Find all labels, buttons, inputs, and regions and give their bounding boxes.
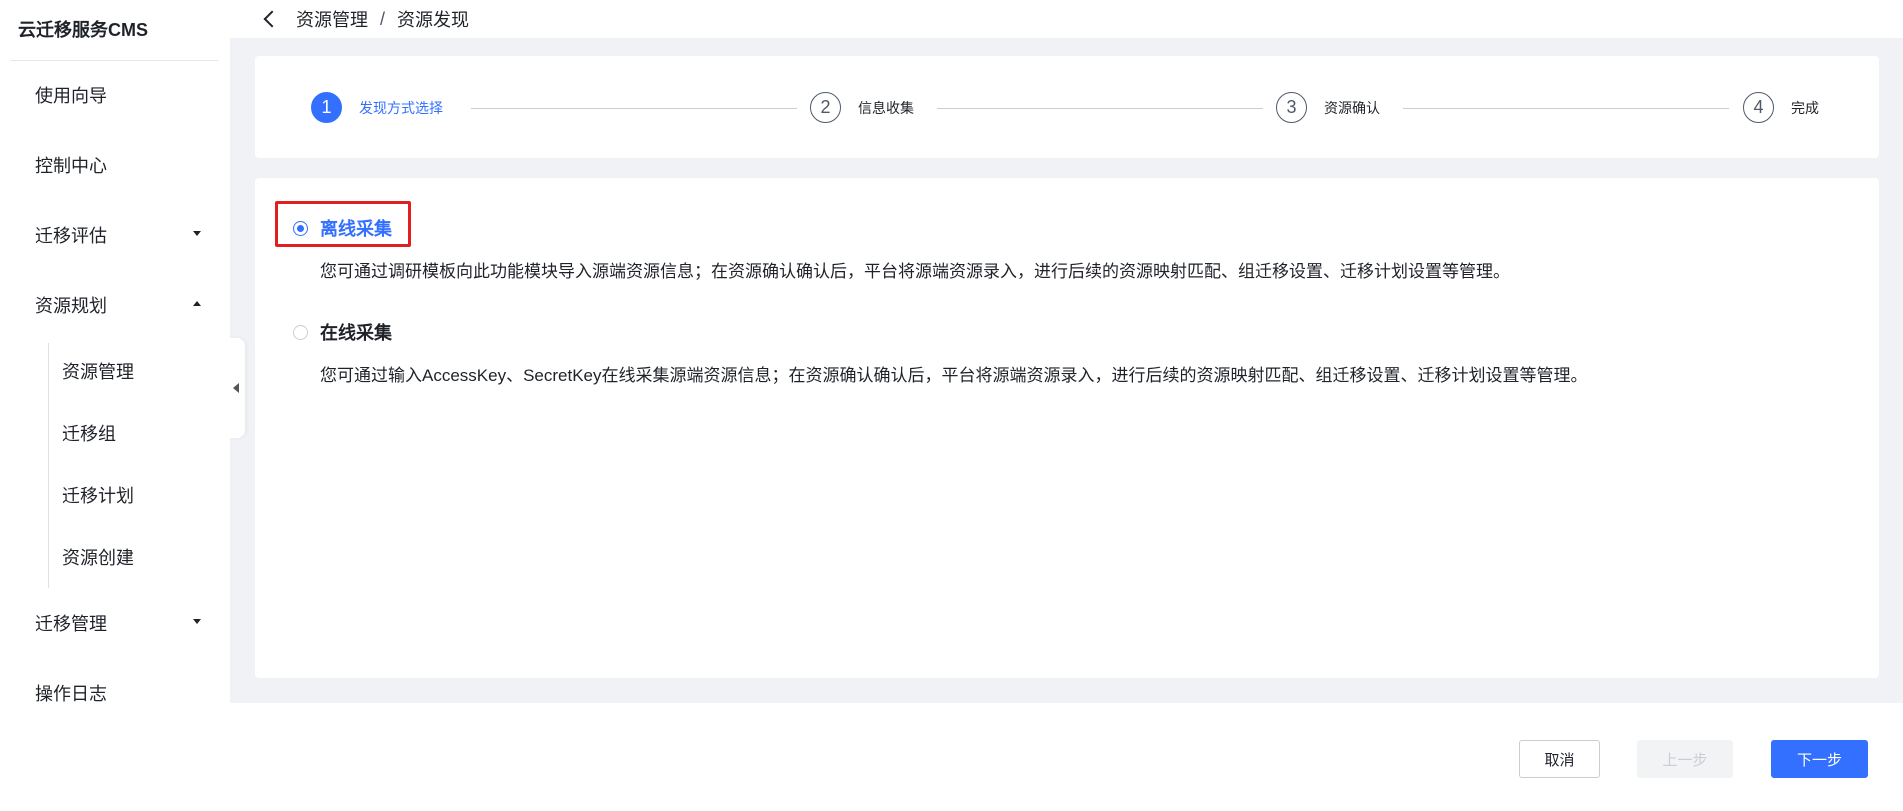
option-label[interactable]: 离线采集 — [320, 215, 392, 241]
submenu-line — [48, 343, 49, 588]
sidebar: 云迁移服务CMS 使用向导 控制中心 迁移评估 资源规划 资源管理 迁移组 迁移… — [0, 0, 230, 811]
sidebar-subitem-resource-creation[interactable]: 资源创建 — [0, 526, 230, 588]
step-number: 3 — [1276, 92, 1307, 123]
radio-checked-icon[interactable] — [293, 220, 308, 236]
sidebar-nav: 使用向导 控制中心 迁移评估 资源规划 资源管理 迁移组 迁移计划 资源创建 迁… — [0, 60, 230, 728]
breadcrumb-current: 资源发现 — [397, 10, 470, 30]
step-number: 2 — [810, 92, 841, 123]
sidebar-item-label: 操作日志 — [35, 684, 107, 704]
option-online: 在线采集 您可通过输入AccessKey、SecretKey在线采集源端资源信息… — [293, 319, 1588, 386]
step-4: 4 完成 — [1743, 92, 1819, 123]
caret-down-icon — [193, 231, 201, 236]
caret-down-icon — [193, 619, 201, 624]
sidebar-subitem-label: 资源管理 — [62, 362, 134, 382]
breadcrumb: 资源管理 / 资源发现 — [230, 0, 1903, 38]
step-number: 4 — [1743, 92, 1774, 123]
sidebar-subitem-label: 迁移计划 — [62, 486, 134, 506]
next-step-button[interactable]: 下一步 — [1771, 740, 1868, 778]
sidebar-item-label: 控制中心 — [35, 156, 107, 176]
online-collection-radio[interactable]: 在线采集 — [293, 319, 1588, 345]
radio-unchecked-icon[interactable] — [293, 324, 308, 340]
step-label: 发现方式选择 — [359, 99, 443, 116]
option-label[interactable]: 在线采集 — [320, 319, 392, 345]
chevron-left-icon[interactable] — [263, 10, 281, 28]
sidebar-collapse-toggle[interactable] — [227, 338, 245, 438]
sidebar-subitem-label: 迁移组 — [62, 424, 116, 444]
sidebar-subitem-resource-management[interactable]: 资源管理 — [0, 340, 230, 402]
sidebar-subitem-migration-group[interactable]: 迁移组 — [0, 402, 230, 464]
sidebar-item-label: 迁移评估 — [35, 226, 107, 246]
sidebar-item-control-center[interactable]: 控制中心 — [0, 130, 230, 200]
sidebar-item-guide[interactable]: 使用向导 — [0, 60, 230, 130]
step-connector — [1403, 108, 1729, 109]
offline-collection-radio[interactable]: 离线采集 — [293, 215, 1510, 241]
option-description: 您可通过调研模板向此功能模块导入源端资源信息；在资源确认确认后，平台将源端资源录… — [320, 262, 1510, 281]
sidebar-item-label: 迁移管理 — [35, 614, 107, 634]
sidebar-submenu: 资源管理 迁移组 迁移计划 资源创建 — [0, 340, 230, 588]
step-connector — [471, 108, 797, 109]
discovery-method-panel: 离线采集 您可通过调研模板向此功能模块导入源端资源信息；在资源确认确认后，平台将… — [255, 178, 1879, 678]
sidebar-item-label: 使用向导 — [35, 86, 107, 106]
previous-step-button[interactable]: 上一步 — [1637, 740, 1733, 778]
caret-up-icon — [193, 301, 201, 306]
steps-progress: 1 发现方式选择 2 信息收集 3 资源确认 4 完成 — [255, 56, 1879, 158]
sidebar-item-operation-log[interactable]: 操作日志 — [0, 658, 230, 728]
option-offline: 离线采集 您可通过调研模板向此功能模块导入源端资源信息；在资源确认确认后，平台将… — [293, 215, 1510, 282]
app-title: 云迁移服务CMS — [18, 20, 148, 40]
option-description: 您可通过输入AccessKey、SecretKey在线采集源端资源信息；在资源确… — [320, 366, 1588, 385]
sidebar-item-migration-management[interactable]: 迁移管理 — [0, 588, 230, 658]
sidebar-item-label: 资源规划 — [35, 296, 107, 316]
step-label: 完成 — [1791, 99, 1819, 116]
cancel-button[interactable]: 取消 — [1519, 740, 1600, 778]
breadcrumb-parent[interactable]: 资源管理 — [296, 6, 368, 32]
step-1: 1 发现方式选择 — [311, 92, 443, 123]
breadcrumb-separator: / — [380, 8, 386, 29]
sidebar-subitem-migration-plan[interactable]: 迁移计划 — [0, 464, 230, 526]
footer-actions: 取消 上一步 下一步 — [230, 703, 1903, 811]
step-2: 2 信息收集 — [810, 92, 914, 123]
step-3: 3 资源确认 — [1276, 92, 1380, 123]
step-number: 1 — [311, 92, 342, 123]
step-label: 资源确认 — [1324, 99, 1380, 116]
sidebar-subitem-label: 资源创建 — [62, 548, 134, 568]
step-connector — [937, 108, 1263, 109]
sidebar-item-migration-assessment[interactable]: 迁移评估 — [0, 200, 230, 270]
sidebar-item-resource-planning[interactable]: 资源规划 — [0, 270, 230, 340]
step-label: 信息收集 — [858, 99, 914, 116]
caret-left-icon — [233, 383, 239, 393]
